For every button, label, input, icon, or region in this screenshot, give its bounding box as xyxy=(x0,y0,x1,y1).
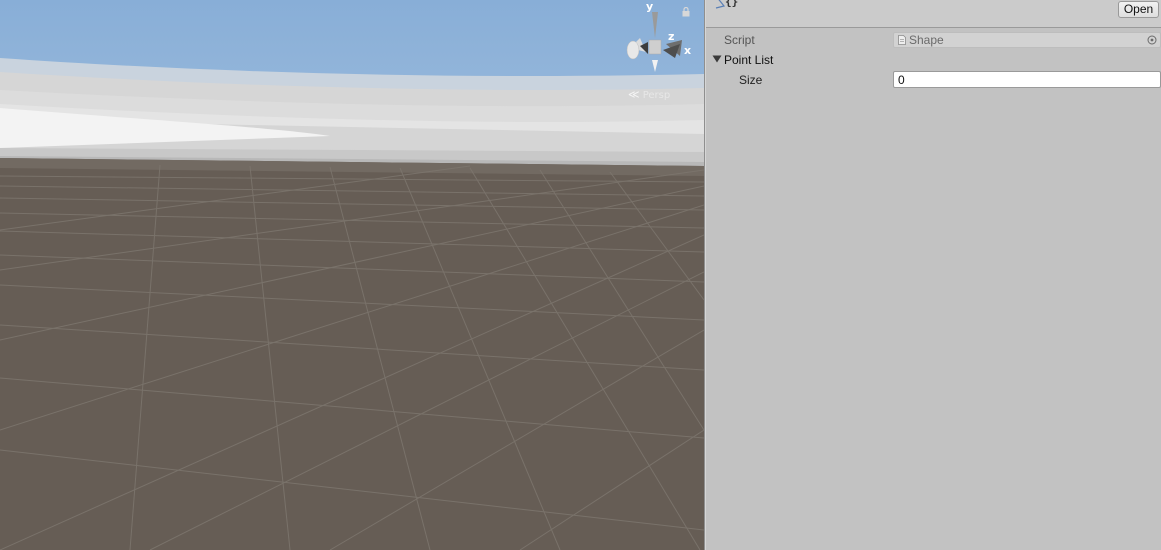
inspector-header: {} Open xyxy=(706,0,1161,28)
gizmo-x-label[interactable]: x xyxy=(684,44,691,57)
size-label[interactable]: Size xyxy=(739,73,762,87)
projection-toggle[interactable]: ≪ Persp xyxy=(628,88,670,101)
foldout-arrow-icon[interactable] xyxy=(712,55,722,63)
script-object-field[interactable]: Shape xyxy=(893,32,1161,48)
size-input[interactable] xyxy=(893,71,1161,88)
point-list-row[interactable]: Point List xyxy=(706,51,1161,69)
size-row: Size xyxy=(706,71,1161,89)
script-label: Script xyxy=(724,33,755,47)
open-button[interactable]: Open xyxy=(1118,1,1159,18)
lock-icon[interactable] xyxy=(682,7,690,17)
scene-viewport[interactable] xyxy=(0,0,704,550)
script-row: Script Shape xyxy=(706,31,1161,49)
script-value: Shape xyxy=(909,33,944,47)
cs-script-icon xyxy=(898,35,906,45)
svg-text:{}: {} xyxy=(725,0,738,8)
ground-plane xyxy=(0,158,704,550)
script-braces-icon: {} xyxy=(715,0,738,9)
inspector-panel: {} Open Script Shape Point List Size 0 xyxy=(706,0,1161,550)
object-picker-icon[interactable] xyxy=(1147,35,1157,45)
projection-label: Persp xyxy=(642,90,671,101)
persp-arrow-icon: ≪ xyxy=(628,88,640,101)
point-list-label[interactable]: Point List xyxy=(724,53,773,67)
gizmo-z-label[interactable]: z xyxy=(668,30,674,43)
scene-view[interactable]: y z x ≪ Persp xyxy=(0,0,704,550)
gizmo-y-label[interactable]: y xyxy=(646,0,653,13)
gizmo-y-cone xyxy=(652,12,658,38)
unity-editor: y z x ≪ Persp {} Open Script Shape Point… xyxy=(0,0,1161,550)
